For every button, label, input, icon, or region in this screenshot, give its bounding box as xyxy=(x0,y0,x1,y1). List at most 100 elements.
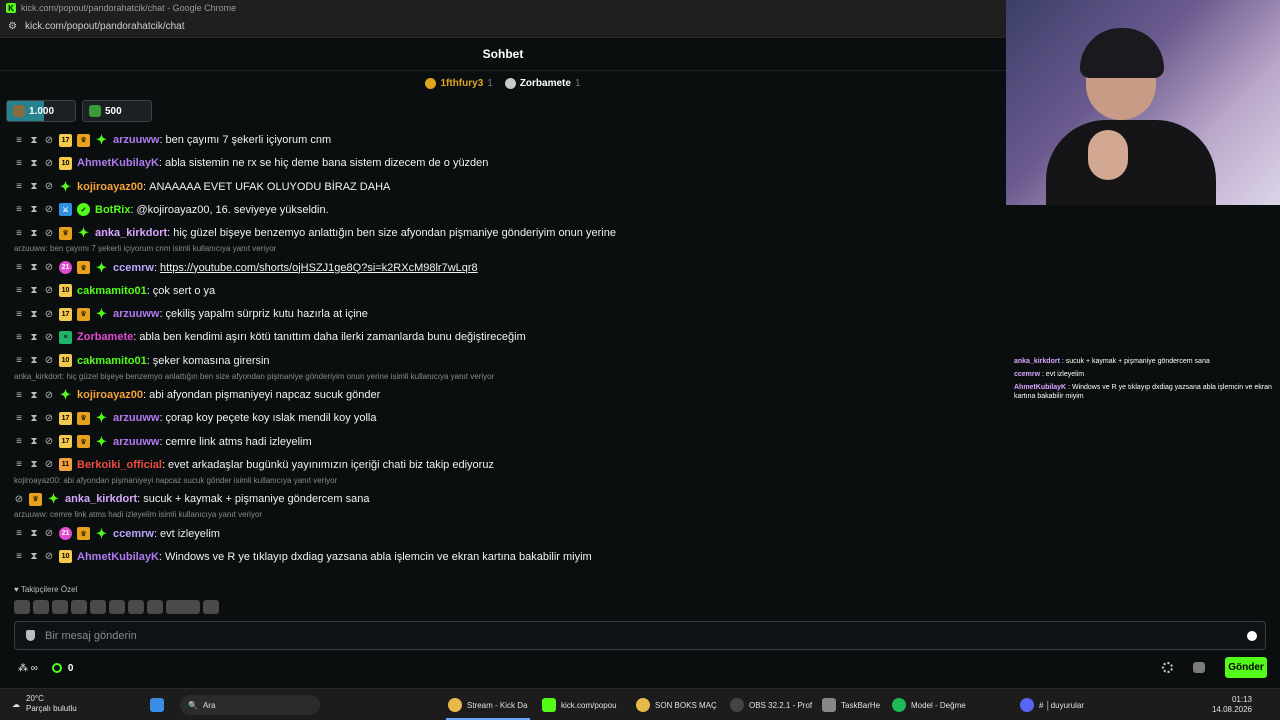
emote-icon[interactable] xyxy=(166,600,200,614)
chat-username[interactable]: anka_kirkdort xyxy=(95,227,167,239)
chat-username[interactable]: kojiroayaz00 xyxy=(77,181,143,193)
chat-message-link[interactable]: https://youtube.com/shorts/ojHSZJ1ge8Q?s… xyxy=(160,262,478,274)
chat-username[interactable]: AhmetKubilayK xyxy=(77,551,159,563)
reply-context[interactable]: arzuuww: cemre link atms hadi izleyelim … xyxy=(14,510,262,520)
taskbar-item-spotify[interactable]: Model - Değme xyxy=(892,695,966,715)
delete-icon[interactable]: ≡ xyxy=(14,413,24,424)
chat-message[interactable]: ≡ ⧗ ⊘ 21 ♛ ✦ ccemrw: https://youtube.com/shorts… xyxy=(14,258,478,278)
ban-icon[interactable]: ⊘ xyxy=(44,204,54,215)
goal-bar[interactable]: 1.000 xyxy=(6,100,76,122)
ban-icon[interactable]: ⊘ xyxy=(44,332,54,343)
chat-options-icon[interactable]: ⁂ ∞ xyxy=(18,663,38,674)
chat-message[interactable]: ≡ ⧗ ⊘ 17 ♛ ✦ arzuuww: çekiliş yapalm sürpriz ku… xyxy=(14,304,368,324)
ban-icon[interactable]: ⊘ xyxy=(44,436,54,447)
site-info-icon[interactable]: ⚙ xyxy=(8,21,17,32)
chat-username[interactable]: arzuuww xyxy=(113,436,159,448)
reply-context[interactable]: anka_kirkdort: hiç güzel bişeye benzemyo… xyxy=(14,371,494,381)
emote-icon[interactable] xyxy=(128,600,144,614)
emote-icon[interactable] xyxy=(109,600,125,614)
chat-message[interactable]: ⊘ ♛ ✦ anka_kirkdort: sucuk + kaymak + pişman… xyxy=(14,489,370,509)
chat-username[interactable]: ccemrw xyxy=(113,262,154,274)
chat-username[interactable]: anka_kirkdort xyxy=(65,493,137,505)
chat-message[interactable]: ≡ ⧗ ⊘ 17 ♛ ✦ arzuuww: cemre link atms hadi izle… xyxy=(14,432,312,452)
chat-username[interactable]: kojiroayaz00 xyxy=(77,389,143,401)
chat-message[interactable]: ≡ ⧗ ⊘ 10 AhmetKubilayK: abla sistemin ne rx s… xyxy=(14,153,488,173)
delete-icon[interactable]: ≡ xyxy=(14,436,24,447)
chat-username[interactable]: cakmamito01 xyxy=(77,355,147,367)
ban-icon[interactable]: ⊘ xyxy=(44,551,54,562)
timeout-icon[interactable]: ⧗ xyxy=(29,228,39,239)
chat-message[interactable]: ≡ ⧗ ⊘ 10 cakmamito01: çok sert o ya xyxy=(14,281,215,301)
delete-icon[interactable]: ≡ xyxy=(14,355,24,366)
timeout-icon[interactable]: ⧗ xyxy=(29,135,39,146)
channel-points[interactable]: 0 xyxy=(51,663,73,674)
delete-icon[interactable]: ≡ xyxy=(14,181,24,192)
ban-icon[interactable]: ⊘ xyxy=(14,494,24,505)
system-clock[interactable]: 01:13 14.08.2026 xyxy=(1212,695,1252,715)
emoji-icon[interactable] xyxy=(1247,631,1257,641)
delete-icon[interactable]: ≡ xyxy=(14,135,24,146)
timeout-icon[interactable]: ⧗ xyxy=(29,332,39,343)
taskbar-item-chrome-stream[interactable]: Stream - Kick Da xyxy=(448,695,527,715)
url-text[interactable]: kick.com/popout/pandorahatcik/chat xyxy=(25,21,185,32)
settings-gear-icon[interactable] xyxy=(1162,662,1173,673)
timeout-icon[interactable]: ⧗ xyxy=(29,436,39,447)
reply-context[interactable]: arzuuww: ben çayımı 7 şekerli içiyorum c… xyxy=(14,244,276,254)
goal-bar[interactable]: 500 xyxy=(82,100,152,122)
emote-icon[interactable] xyxy=(71,600,87,614)
chat-username[interactable]: cakmamito01 xyxy=(77,285,147,297)
chat-message[interactable]: ≡ ⧗ ⊘ 17 ♛ ✦ arzuuww: çorap koy peçete koy ısla… xyxy=(14,408,376,428)
ban-icon[interactable]: ⊘ xyxy=(44,390,54,401)
emote-icon[interactable] xyxy=(52,600,68,614)
taskbar-item-discord[interactable]: # │duyurular xyxy=(1020,695,1084,715)
delete-icon[interactable]: ≡ xyxy=(14,158,24,169)
delete-icon[interactable]: ≡ xyxy=(14,390,24,401)
delete-icon[interactable]: ≡ xyxy=(14,528,24,539)
chat-message[interactable]: ≡ ⧗ ⊘ ✦ kojiroayaz00: abi afyondan pişmaniyey… xyxy=(14,385,380,405)
chat-message[interactable]: ≡ ⧗ ⊘ ≡ Zorbamete: abla ben kendimi aşırı köt… xyxy=(14,327,526,347)
emote-icon[interactable] xyxy=(33,600,49,614)
chat-message[interactable]: ≡ ⧗ ⊘ 17 ♛ ✦ arzuuww: ben çayımı 7 şekerli içiy… xyxy=(14,130,331,150)
chat-message[interactable]: ≡ ⧗ ⊘ ✦ kojiroayaz00: ANAAAAA EVET UFAK OLUYO… xyxy=(14,177,390,197)
chat-message[interactable]: ≡ ⧗ ⊘ ⚔ ✓ BotRix: @kojiroayaz00, 16. seviyeye … xyxy=(14,200,329,220)
send-button[interactable]: Gönder xyxy=(1225,657,1267,678)
chat-message[interactable]: ≡ ⧗ ⊘ 10 cakmamito01: şeker komasına girersin xyxy=(14,351,270,371)
delete-icon[interactable]: ≡ xyxy=(14,459,24,470)
ban-icon[interactable]: ⊘ xyxy=(44,413,54,424)
windows-start-icon[interactable] xyxy=(150,695,164,715)
delete-icon[interactable]: ≡ xyxy=(14,285,24,296)
address-bar[interactable]: ⚙ kick.com/popout/pandorahatcik/chat xyxy=(0,16,1006,38)
chat-username[interactable]: BotRix xyxy=(95,204,130,216)
taskbar-item-obs[interactable]: OBS 32.2.1 - Prof xyxy=(730,695,812,715)
timeout-icon[interactable]: ⧗ xyxy=(29,309,39,320)
chat-username[interactable]: arzuuww xyxy=(113,412,159,424)
ban-icon[interactable]: ⊘ xyxy=(44,262,54,273)
chat-username[interactable]: arzuuww xyxy=(113,308,159,320)
taskbar-search[interactable]: 🔍 Ara xyxy=(180,695,320,715)
ban-icon[interactable]: ⊘ xyxy=(44,135,54,146)
chat-username[interactable]: arzuuww xyxy=(113,134,159,146)
timeout-icon[interactable]: ⧗ xyxy=(29,413,39,424)
chat-message[interactable]: ≡ ⧗ ⊘ 21 ♛ ✦ ccemrw: evt izleyelim xyxy=(14,524,220,544)
delete-icon[interactable]: ≡ xyxy=(14,228,24,239)
message-input[interactable]: Bir mesaj gönderin xyxy=(14,621,1266,650)
taskbar-item-taskbarhe[interactable]: TaskBarHe xyxy=(822,695,880,715)
timeout-icon[interactable]: ⧗ xyxy=(29,285,39,296)
reply-context[interactable]: kojiroayaz00: abi afyondan pişmaniyeyi n… xyxy=(14,475,337,485)
timeout-icon[interactable]: ⧗ xyxy=(29,528,39,539)
chat-message[interactable]: ≡ ⧗ ⊘ 11 Berkoiki_official: evet arkadaşlar b… xyxy=(14,455,494,475)
chat-messages[interactable]: ≡ ⧗ ⊘ 17 ♛ ✦ arzuuww: ben çayımı 7 şekerli içiy… xyxy=(0,120,1006,576)
timeout-icon[interactable]: ⧗ xyxy=(29,551,39,562)
ban-icon[interactable]: ⊘ xyxy=(44,285,54,296)
emote-icon[interactable] xyxy=(203,600,219,614)
taskbar-item-chrome-2[interactable]: SON BOKS MAÇ xyxy=(636,695,717,715)
timeout-icon[interactable]: ⧗ xyxy=(29,181,39,192)
emote-icon[interactable] xyxy=(14,600,30,614)
pinned-item[interactable]: 1fthfury3 1 xyxy=(425,77,493,89)
chat-message[interactable]: ≡ ⧗ ⊘ 10 AhmetKubilayK: Windows ve R ye tıkla… xyxy=(14,547,592,567)
timeout-icon[interactable]: ⧗ xyxy=(29,355,39,366)
delete-icon[interactable]: ≡ xyxy=(14,309,24,320)
ban-icon[interactable]: ⊘ xyxy=(44,459,54,470)
emote-settings-icon[interactable] xyxy=(1193,662,1205,673)
delete-icon[interactable]: ≡ xyxy=(14,204,24,215)
